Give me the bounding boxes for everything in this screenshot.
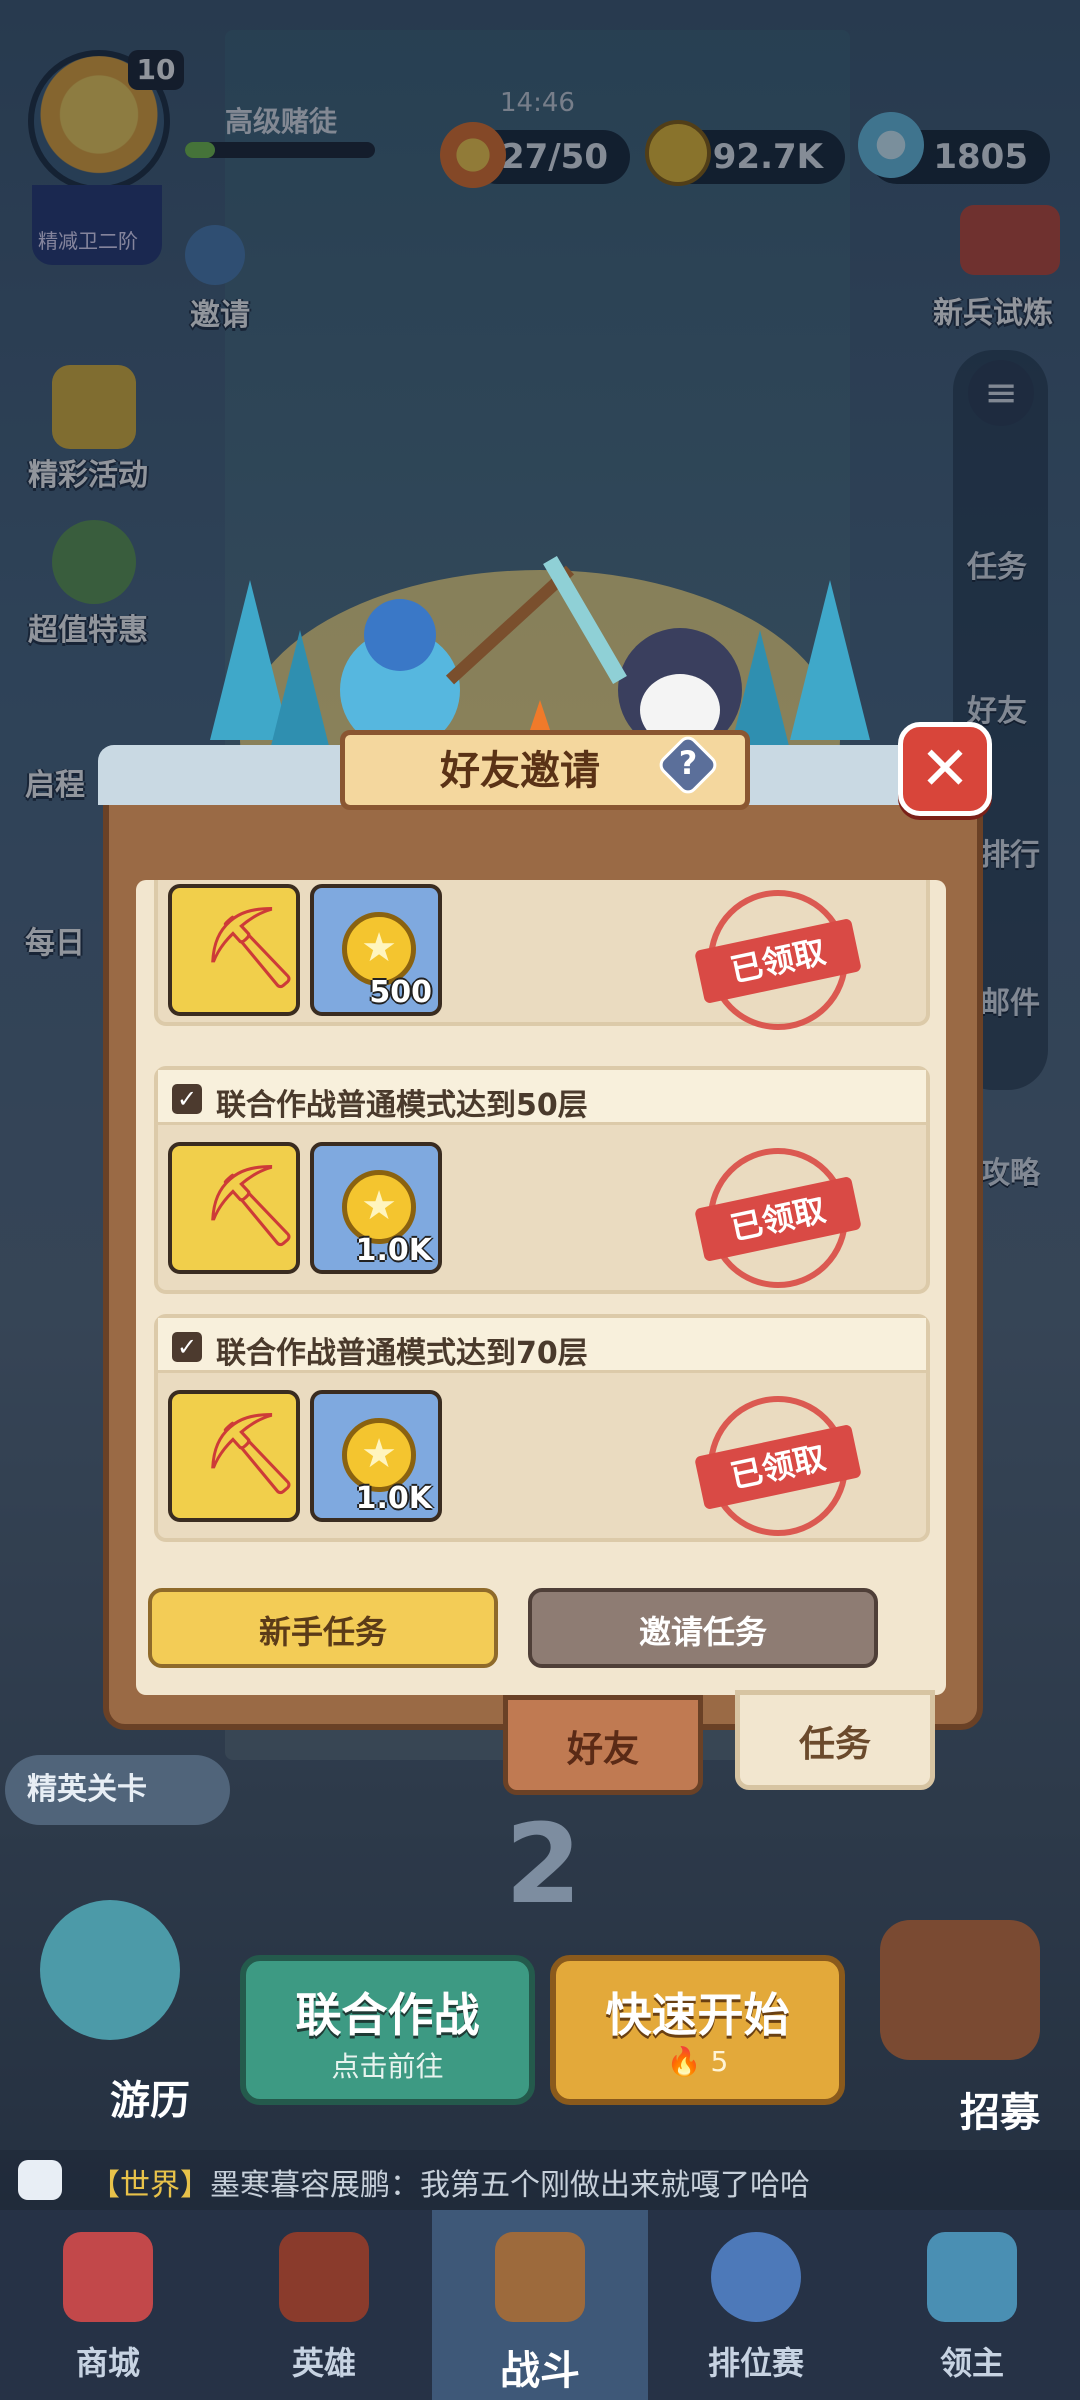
reward-amount: 500 [369,975,432,1010]
reward-amount: 1.0K [355,1481,432,1516]
flame-icon: 🔥 [666,2045,702,2078]
task-check-icon: ✓ [172,1084,202,1114]
coop-battle-subtitle: 点击前往 [331,2050,444,2083]
nav-heroes-label: 英雄 [291,2344,356,2382]
coop-battle-title: 联合作战 [295,1988,480,2042]
tab-invite-tasks[interactable]: 邀请任务 [528,1588,878,1668]
quick-start-cost: 5 [710,2045,729,2078]
shop-icon [63,2232,153,2322]
nav-ranked-label: 排位赛 [707,2344,804,2382]
nav-lord[interactable]: 领主 [864,2210,1080,2400]
pickaxe-icon: ⛏ [200,901,302,994]
nav-lord-label: 领主 [939,2344,1004,2382]
nav-shop[interactable]: 商城 [0,2210,216,2400]
pickaxe-icon: ⛏ [200,1159,302,1252]
reward-pickaxe: ⛏ [168,1142,302,1274]
help-symbol[interactable]: ? [665,744,711,782]
reward-pickaxe: ⛏ [168,884,302,1016]
reward-gold-coin: ★ 1.0K [310,1390,442,1522]
shield-icon [711,2232,801,2322]
banner-icon [927,2232,1017,2322]
reward-amount: 1.0K [355,1233,432,1268]
nav-battle[interactable]: 战斗 [432,2210,648,2400]
travel-label[interactable]: 游历 [110,2068,190,2126]
coop-battle-button[interactable]: 联合作战 点击前往 [240,1955,535,2105]
task-description: 联合作战普通模式达到70层 [216,1336,588,1371]
reward-gold-coin: ★ 1.0K [310,1142,442,1274]
nav-shop-label: 商城 [75,2344,140,2382]
task-item: ✓ 联合作战普通模式达到70层 ⛏ ★ 1.0K 已领取 [154,1314,930,1542]
dialog-title: 好友邀请 [440,748,600,794]
reward-pickaxe: ⛏ [168,1390,302,1522]
chat-bubble-icon[interactable] [18,2160,62,2200]
stage-number: 2 [505,1800,582,1928]
tab-tasks[interactable]: 任务 [735,1690,935,1790]
quick-start-button[interactable]: 快速开始 🔥 5 [550,1955,845,2105]
crossed-swords-icon [495,2232,585,2322]
quick-start-title: 快速开始 [605,1988,790,2042]
nav-battle-label: 战斗 [500,2348,580,2394]
hero-card-icon [279,2232,369,2322]
chat-message: 墨寒暮容展鹏：我第五个刚做出来就嘎了哈哈 [210,2168,810,2203]
close-icon[interactable]: ✕ [898,722,992,816]
pickaxe-icon: ⛏ [200,1407,302,1500]
chat-channel: 【世界】 [90,2168,210,2203]
tab-newbie-tasks[interactable]: 新手任务 [148,1588,498,1668]
task-list-panel[interactable]: ⛏ ★ 500 已领取 ✓ 联合作战普通模式达到50层 ⛏ ★ 1.0K 已领取… [136,880,946,1695]
recruit-label[interactable]: 招募 [960,2080,1040,2138]
travel-balloon-icon[interactable] [40,1900,180,2040]
task-check-icon: ✓ [172,1332,202,1362]
recruit-hero-icon[interactable] [880,1920,1040,2060]
task-item: ⛏ ★ 500 已领取 [154,880,930,1030]
nav-ranked[interactable]: 排位赛 [648,2210,864,2400]
task-item: ✓ 联合作战普通模式达到50层 ⛏ ★ 1.0K 已领取 [154,1066,930,1294]
task-description: 联合作战普通模式达到50层 [216,1088,588,1123]
chat-message-line: 【世界】墨寒暮容展鹏：我第五个刚做出来就嘎了哈哈 [90,2160,810,2204]
nav-heroes[interactable]: 英雄 [216,2210,432,2400]
reward-gold-coin: ★ 500 [310,884,442,1016]
tab-friends[interactable]: 好友 [503,1695,703,1795]
elite-stage-label: 精英关卡 [27,1772,147,1807]
elite-stage-button[interactable]: 精英关卡 [5,1755,230,1825]
